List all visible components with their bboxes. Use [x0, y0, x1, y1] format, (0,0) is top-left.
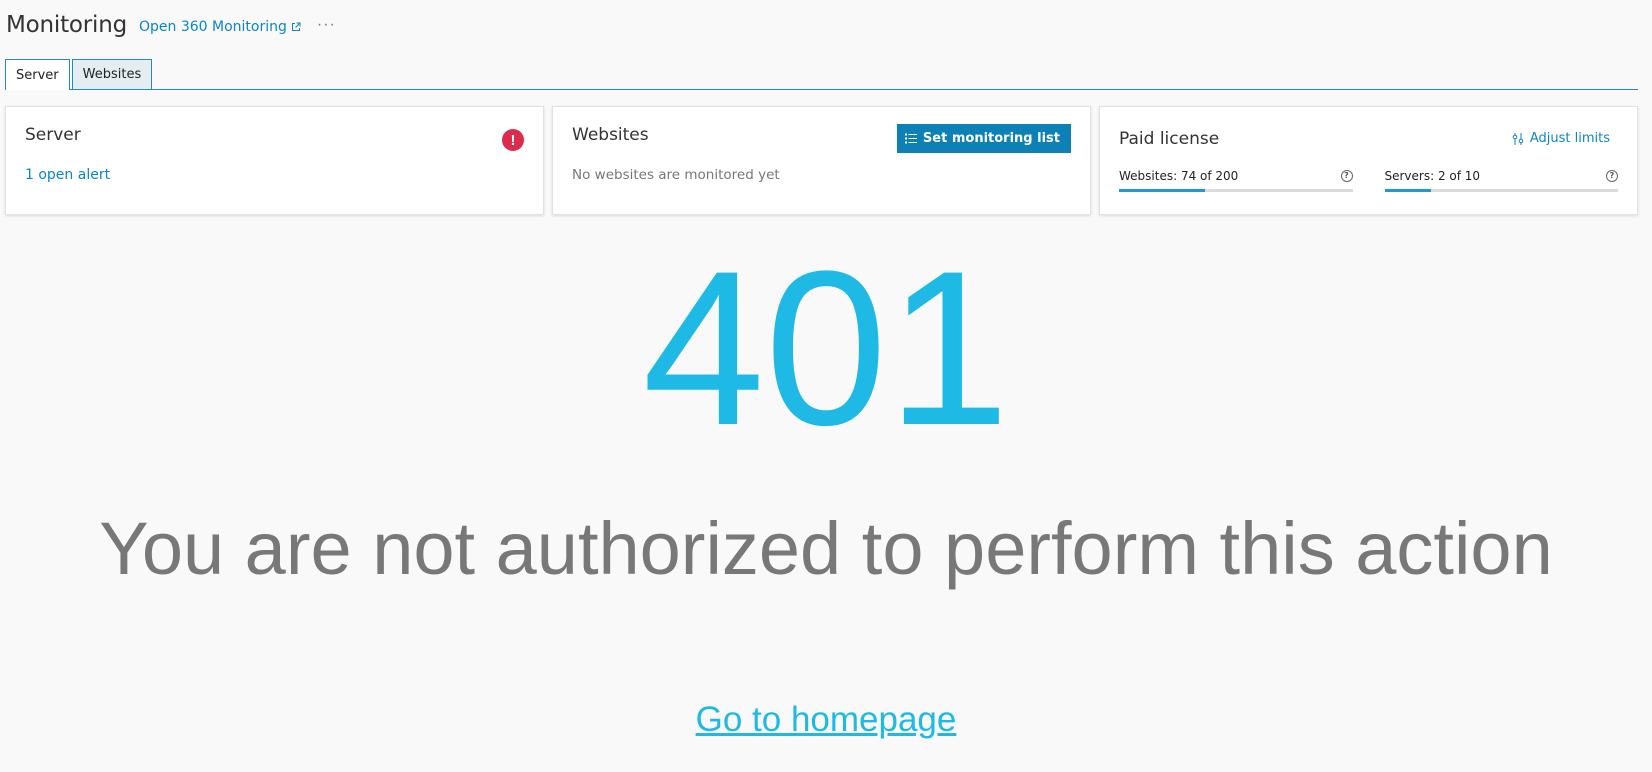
- license-card: Paid license Adjust limits Websites: 74 …: [1099, 106, 1638, 215]
- alert-icon: !: [502, 129, 524, 151]
- websites-meter-track: [1119, 189, 1353, 192]
- tab-server[interactable]: Server: [5, 59, 70, 90]
- go-to-homepage-container: Go to homepage: [0, 700, 1652, 740]
- error-code: 401: [642, 225, 1010, 471]
- tab-bar: Server Websites: [5, 59, 1638, 90]
- help-icon[interactable]: ?: [1340, 170, 1353, 182]
- servers-meter-label: Servers: 2 of 10: [1384, 169, 1481, 183]
- servers-license-meter: Servers: 2 of 10 ?: [1384, 169, 1618, 192]
- more-options-button[interactable]: ···: [317, 16, 336, 34]
- summary-cards: Server 1 open alert ! Websites No websit…: [5, 106, 1638, 215]
- adjust-limits-link[interactable]: Adjust limits: [1512, 131, 1610, 146]
- servers-meter-track: [1384, 189, 1618, 192]
- server-card-title: Server: [25, 125, 81, 145]
- set-monitoring-list-label: Set monitoring list: [922, 131, 1060, 146]
- open-360-monitoring-link[interactable]: Open 360 Monitoring: [139, 19, 301, 35]
- no-websites-text: No websites are monitored yet: [572, 167, 780, 183]
- license-meters: Websites: 74 of 200 ? Servers: 2 of 10 ?: [1119, 169, 1618, 192]
- set-monitoring-list-button[interactable]: Set monitoring list: [896, 124, 1071, 153]
- websites-meter-fill: [1119, 189, 1206, 192]
- sliders-icon: [1512, 132, 1524, 145]
- adjust-limits-label: Adjust limits: [1529, 131, 1610, 146]
- list-icon: [904, 133, 917, 144]
- error-message: You are not authorized to perform this a…: [99, 507, 1553, 590]
- server-card: Server 1 open alert !: [5, 106, 544, 215]
- servers-meter-fill: [1384, 189, 1432, 192]
- websites-license-meter: Websites: 74 of 200 ?: [1119, 169, 1353, 192]
- page-title: Monitoring: [6, 12, 127, 38]
- websites-card: Websites No websites are monitored yet S…: [552, 106, 1091, 215]
- websites-meter-label: Websites: 74 of 200: [1119, 169, 1239, 183]
- open-360-monitoring-label: Open 360 Monitoring: [139, 19, 287, 35]
- tab-websites[interactable]: Websites: [71, 59, 153, 89]
- page-header: Monitoring Open 360 Monitoring ···: [6, 8, 336, 42]
- go-to-homepage-link[interactable]: Go to homepage: [696, 700, 957, 739]
- external-link-icon: [291, 22, 301, 32]
- open-alert-link[interactable]: 1 open alert: [25, 167, 110, 183]
- help-icon[interactable]: ?: [1606, 170, 1618, 182]
